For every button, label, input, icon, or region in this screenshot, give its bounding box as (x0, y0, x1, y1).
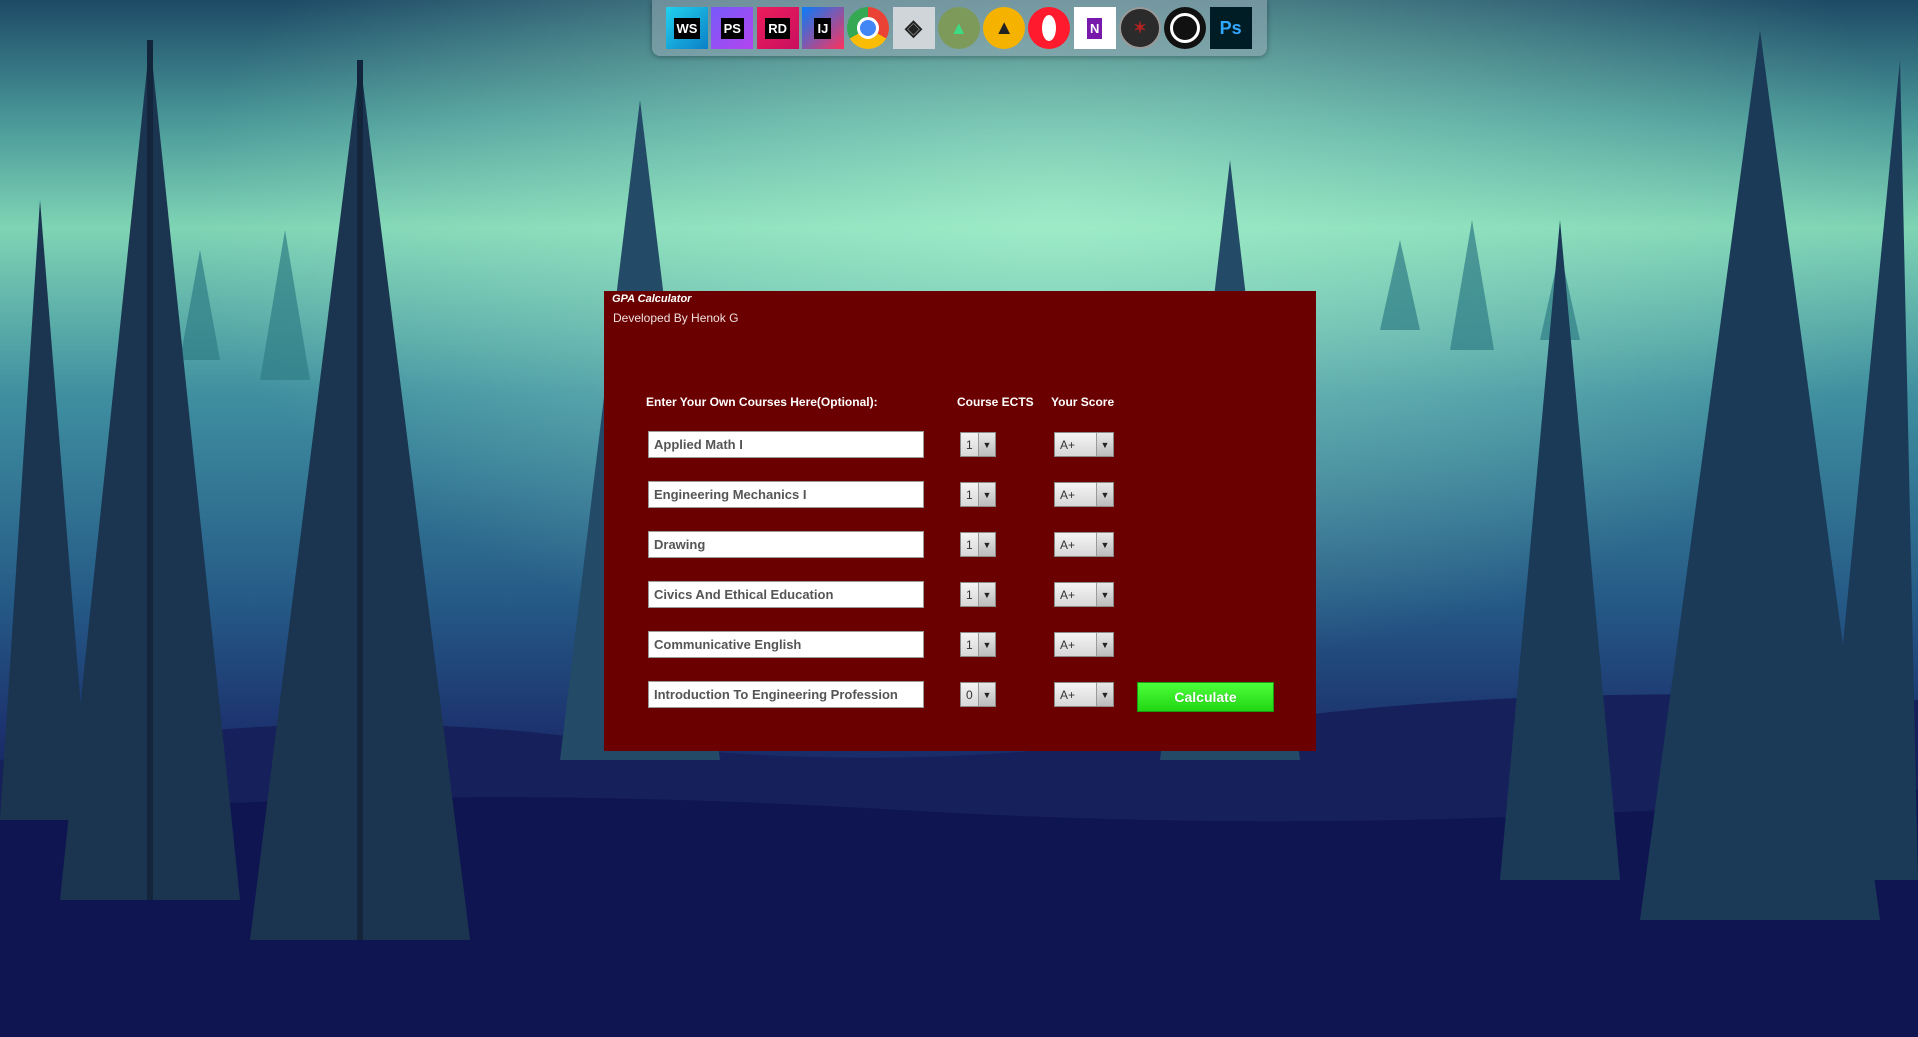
chevron-down-icon[interactable]: ▼ (978, 683, 995, 706)
rider-icon[interactable]: RD (756, 7, 799, 49)
score-value: A+ (1060, 638, 1076, 652)
score-select-5[interactable]: A+ ▼ (1054, 632, 1114, 657)
score-value: A+ (1060, 588, 1076, 602)
opera-icon[interactable] (1028, 7, 1071, 49)
chevron-down-icon[interactable]: ▼ (1096, 633, 1113, 656)
ects-select-2[interactable]: 1 ▼ (960, 482, 996, 507)
ects-select-1[interactable]: 1 ▼ (960, 432, 996, 457)
obs-icon[interactable] (1164, 7, 1207, 49)
ects-value: 0 (966, 688, 973, 702)
courses-header: Enter Your Own Courses Here(Optional): (646, 395, 878, 409)
ects-value: 1 (966, 588, 973, 602)
chevron-down-icon[interactable]: ▼ (978, 433, 995, 456)
course-input-2[interactable] (648, 481, 924, 508)
android-studio-icon[interactable]: ▲ (937, 7, 980, 49)
chevron-down-icon[interactable]: ▼ (1096, 483, 1113, 506)
webstorm-icon-label: WS (673, 17, 701, 39)
phpstorm-icon[interactable]: PS (711, 7, 754, 49)
score-value: A+ (1060, 688, 1076, 702)
gpa-calculator-window: GPA Calculator Developed By Henok G Ente… (604, 291, 1316, 751)
score-value: A+ (1060, 488, 1076, 502)
app-dock: WS PS RD IJ ◈ ▲ ▲ N ✶ Ps (652, 0, 1267, 56)
score-select-3[interactable]: A+ ▼ (1054, 532, 1114, 557)
course-input-1[interactable] (648, 431, 924, 458)
chevron-down-icon[interactable]: ▼ (1096, 433, 1113, 456)
course-input-3[interactable] (648, 531, 924, 558)
score-select-1[interactable]: A+ ▼ (1054, 432, 1114, 457)
ects-value: 1 (966, 488, 973, 502)
phpstorm-icon-label: PS (720, 17, 744, 39)
ects-value: 1 (966, 438, 973, 452)
photoshop-icon[interactable]: Ps (1209, 7, 1252, 49)
score-value: A+ (1060, 538, 1076, 552)
score-header: Your Score (1051, 395, 1115, 409)
chevron-down-icon[interactable]: ▼ (1096, 583, 1113, 606)
score-select-6[interactable]: A+ ▼ (1054, 682, 1114, 707)
chevron-down-icon[interactable]: ▼ (978, 533, 995, 556)
ects-value: 1 (966, 638, 973, 652)
chevron-down-icon[interactable]: ▼ (1096, 533, 1113, 556)
course-input-4[interactable] (648, 581, 924, 608)
ects-select-6[interactable]: 0 ▼ (960, 682, 996, 707)
chevron-down-icon[interactable]: ▼ (978, 583, 995, 606)
ects-header: Course ECTS (957, 395, 1034, 409)
app-title: GPA Calculator (612, 293, 692, 305)
app-subtitle: Developed By Henok G (613, 311, 739, 325)
photoshop-icon-label: Ps (1216, 17, 1245, 39)
witcher-icon[interactable]: ✶ (1119, 7, 1161, 49)
webstorm-icon[interactable]: WS (666, 7, 708, 49)
ects-select-3[interactable]: 1 ▼ (960, 532, 996, 557)
score-value: A+ (1060, 438, 1076, 452)
ects-select-5[interactable]: 1 ▼ (960, 632, 996, 657)
onenote-icon-label: N (1086, 17, 1103, 39)
course-input-5[interactable] (648, 631, 924, 658)
ects-value: 1 (966, 538, 973, 552)
chevron-down-icon[interactable]: ▼ (1096, 683, 1113, 706)
onenote-icon[interactable]: N (1073, 7, 1116, 49)
score-select-2[interactable]: A+ ▼ (1054, 482, 1114, 507)
ects-select-4[interactable]: 1 ▼ (960, 582, 996, 607)
course-input-6[interactable] (648, 681, 924, 708)
chevron-down-icon[interactable]: ▼ (978, 483, 995, 506)
unity-icon[interactable]: ◈ (892, 7, 935, 49)
intellij-icon[interactable]: IJ (801, 7, 844, 49)
aimp-icon[interactable]: ▲ (983, 7, 1026, 49)
rider-icon-label: RD (765, 17, 790, 39)
intellij-icon-label: IJ (814, 17, 832, 39)
calculate-button[interactable]: Calculate (1137, 682, 1274, 712)
score-select-4[interactable]: A+ ▼ (1054, 582, 1114, 607)
chrome-icon[interactable] (847, 7, 890, 49)
chevron-down-icon[interactable]: ▼ (978, 633, 995, 656)
